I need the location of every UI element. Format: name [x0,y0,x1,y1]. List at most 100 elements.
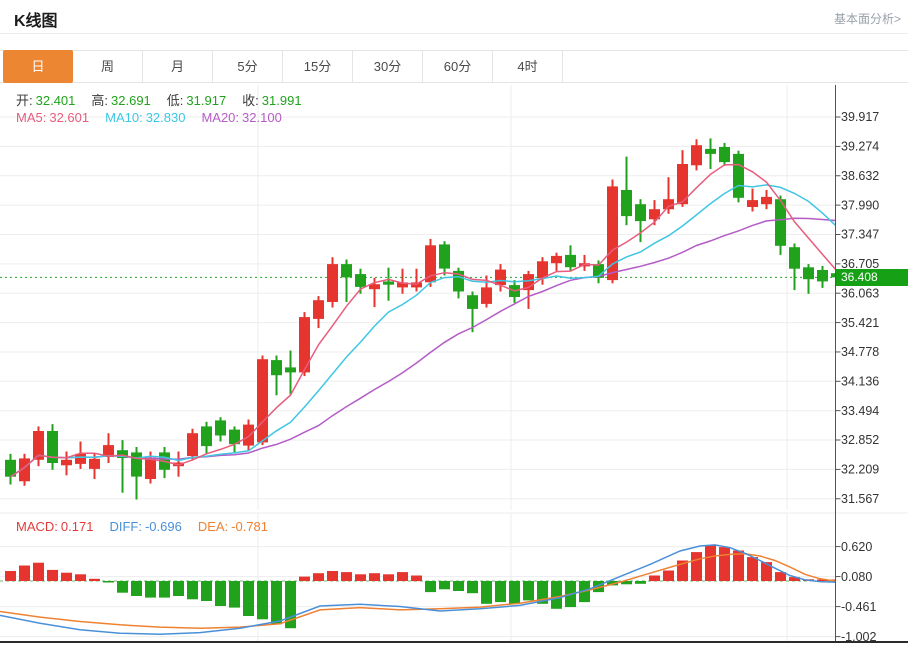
candle[interactable] [397,269,408,294]
candle[interactable] [789,244,800,291]
candle[interactable] [733,151,744,203]
candle[interactable] [565,245,576,271]
macd-bar[interactable] [201,581,212,601]
tab-30分[interactable]: 30分 [353,51,423,82]
candle-body [439,244,450,268]
macd-bar[interactable] [313,573,324,581]
macd-bar[interactable] [747,557,758,581]
candle[interactable] [691,139,702,170]
candle[interactable] [47,424,58,470]
candle[interactable] [201,422,212,454]
macd-bar[interactable] [299,577,310,581]
candle-body [621,190,632,216]
candle-body [75,454,86,464]
candle[interactable] [453,268,464,299]
macd-bar[interactable] [33,563,44,581]
macd-bar[interactable] [691,552,702,581]
macd-bar[interactable] [425,581,436,592]
candle[interactable] [747,189,758,212]
candle[interactable] [271,356,282,396]
macd-bar[interactable] [145,581,156,598]
candle[interactable] [61,452,72,476]
candle[interactable] [33,426,44,466]
macd-bar[interactable] [229,581,240,608]
candle[interactable] [187,429,198,460]
macd-bar[interactable] [187,581,198,599]
candle[interactable] [117,440,128,493]
macd-bar[interactable] [397,572,408,581]
macd-bar[interactable] [355,574,366,581]
candle[interactable] [705,138,716,169]
macd-bar[interactable] [761,562,772,581]
candle[interactable] [257,356,268,446]
candle[interactable] [817,266,828,288]
candle[interactable] [103,433,114,463]
macd-bar[interactable] [649,576,660,582]
macd-bar[interactable] [341,572,352,581]
macd-bar[interactable] [635,581,646,584]
candle[interactable] [229,426,240,452]
candle[interactable] [579,255,590,271]
tab-周[interactable]: 周 [73,51,143,82]
macd-bar[interactable] [257,581,268,619]
macd-bar[interactable] [173,581,184,596]
tab-60分[interactable]: 60分 [423,51,493,82]
macd-bar[interactable] [5,571,16,581]
candle[interactable] [411,269,422,292]
candle[interactable] [621,157,632,226]
tab-4时[interactable]: 4时 [493,51,563,82]
candle[interactable] [313,296,324,328]
macd-bar[interactable] [103,581,114,583]
macd-bar[interactable] [61,573,72,581]
macd-bar[interactable] [439,581,450,589]
candle[interactable] [131,447,142,500]
candle-body [271,360,282,375]
macd-bar[interactable] [453,581,464,591]
candle[interactable] [803,264,814,294]
macd-bar[interactable] [383,574,394,581]
macd-bar[interactable] [75,574,86,581]
macd-bar[interactable] [509,581,520,604]
macd-bar[interactable] [481,581,492,604]
candle[interactable] [215,417,226,441]
candle[interactable] [775,196,786,255]
macd-bar[interactable] [369,573,380,581]
candle[interactable] [383,268,394,301]
candle[interactable] [551,253,562,271]
macd-bar[interactable] [551,581,562,609]
macd-bar[interactable] [705,546,716,582]
macd-bar[interactable] [327,571,338,581]
macd-bar[interactable] [117,581,128,593]
macd-bar[interactable] [719,547,730,581]
candle[interactable] [761,190,772,209]
candle[interactable] [243,420,254,451]
candle[interactable] [663,177,674,214]
candle[interactable] [439,241,450,275]
candle[interactable] [5,454,16,485]
tab-15分[interactable]: 15分 [283,51,353,82]
macd-bar[interactable] [271,581,282,624]
macd-bar[interactable] [733,551,744,582]
low-legend: 低:31.917 [167,93,226,108]
macd-bar[interactable] [243,581,254,616]
macd-bar[interactable] [131,581,142,596]
macd-bar[interactable] [663,571,674,582]
macd-bar[interactable] [411,576,422,582]
macd-bar[interactable] [89,579,100,581]
macd-bar[interactable] [159,581,170,598]
tab-月[interactable]: 月 [143,51,213,82]
macd-bar[interactable] [523,581,534,600]
macd-bar[interactable] [215,581,226,606]
candle[interactable] [341,260,352,303]
macd-bar[interactable] [495,581,506,602]
macd-bar[interactable] [467,581,478,593]
tab-日[interactable]: 日 [3,50,73,83]
macd-bar[interactable] [19,566,30,582]
candle[interactable] [425,239,436,287]
candle[interactable] [523,271,534,309]
candle[interactable] [327,257,338,307]
fundamental-analysis-link[interactable]: 基本面分析> [834,10,901,27]
candle[interactable] [299,312,310,376]
macd-bar[interactable] [47,570,58,581]
tab-5分[interactable]: 5分 [213,51,283,82]
